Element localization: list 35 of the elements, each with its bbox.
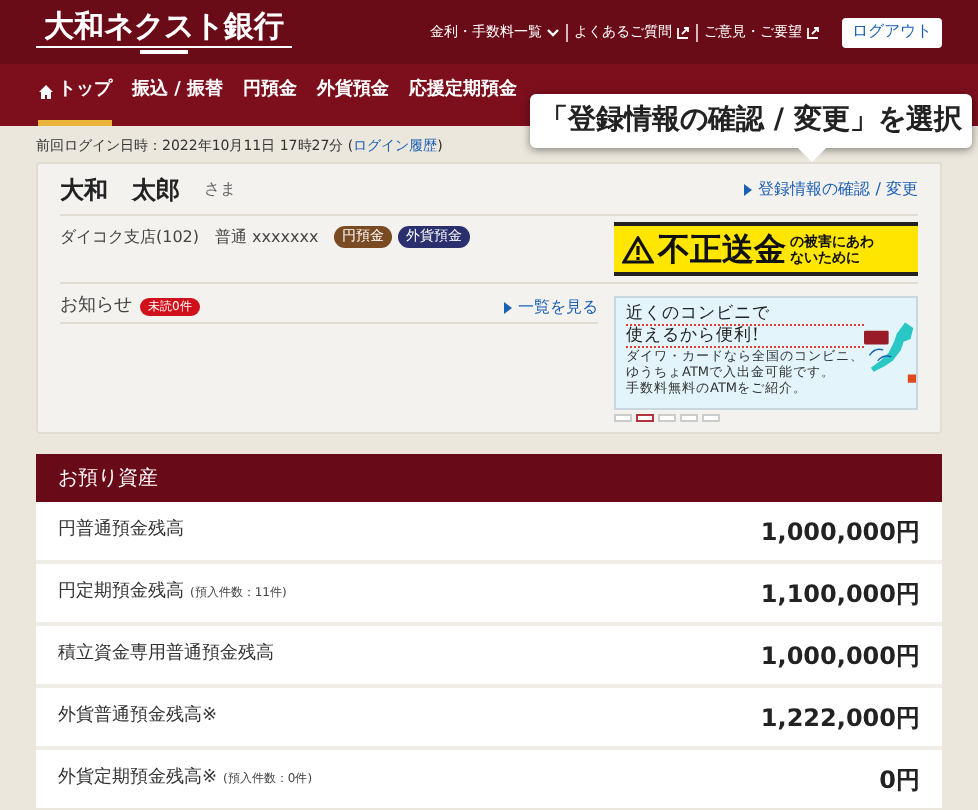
asset-amount: 1,222,000円 [760, 701, 920, 735]
home-icon [38, 84, 54, 100]
asset-label: 積立資金専用普通預金残高 [58, 641, 274, 668]
notices-title: お知らせ [60, 293, 132, 320]
external-link-icon [676, 25, 690, 39]
banner-headline: 使えるから便利! [626, 326, 864, 348]
nav-tab[interactable]: 外貨預金 [317, 64, 390, 126]
honorific-text: さま [204, 177, 236, 201]
logout-button[interactable]: ログアウト [842, 17, 942, 47]
view-all-link[interactable]: 一覧を見る [504, 295, 598, 319]
asset-amount: 1,000,000円 [760, 639, 920, 673]
banner-headline: 近くのコンビニで [626, 304, 864, 326]
assets-title: お預り資産 [58, 465, 158, 493]
asset-label: 外貨定期預金残高※ [58, 765, 218, 792]
branch-text: ダイコク支店(102) [60, 226, 200, 250]
asset-amount: 1,100,000円 [760, 577, 920, 611]
nav-tab[interactable]: 振込 / 振替 [132, 64, 224, 126]
fraud-headline: 不正送金 [658, 233, 786, 265]
asset-label: 外貨普通預金残高※ [58, 703, 218, 730]
warning-icon [622, 235, 654, 263]
triangle-right-icon [504, 301, 512, 313]
nav-tab[interactable]: 応援定期預金 [409, 64, 518, 126]
account-number: 普通 xxxxxxx [215, 226, 319, 250]
asset-amount: 1,000,000円 [760, 515, 920, 549]
edit-registration-link[interactable]: 登録情報の確認 / 変更 [744, 177, 918, 201]
asset-label: 円普通預金残高 [58, 517, 184, 544]
customer-name: 大和 太郎 [60, 173, 180, 207]
chevron-down-icon [546, 27, 560, 37]
asset-label: 円定期預金残高 [58, 579, 184, 606]
external-link-icon [806, 25, 820, 39]
asset-amount: 0円 [879, 763, 920, 797]
nav-tab[interactable]: 円預金 [243, 64, 298, 126]
triangle-right-icon [744, 183, 753, 195]
bank-logo[interactable]: 大和ネクスト銀行 [36, 11, 292, 47]
nav-tab[interactable]: トップ [38, 64, 112, 126]
